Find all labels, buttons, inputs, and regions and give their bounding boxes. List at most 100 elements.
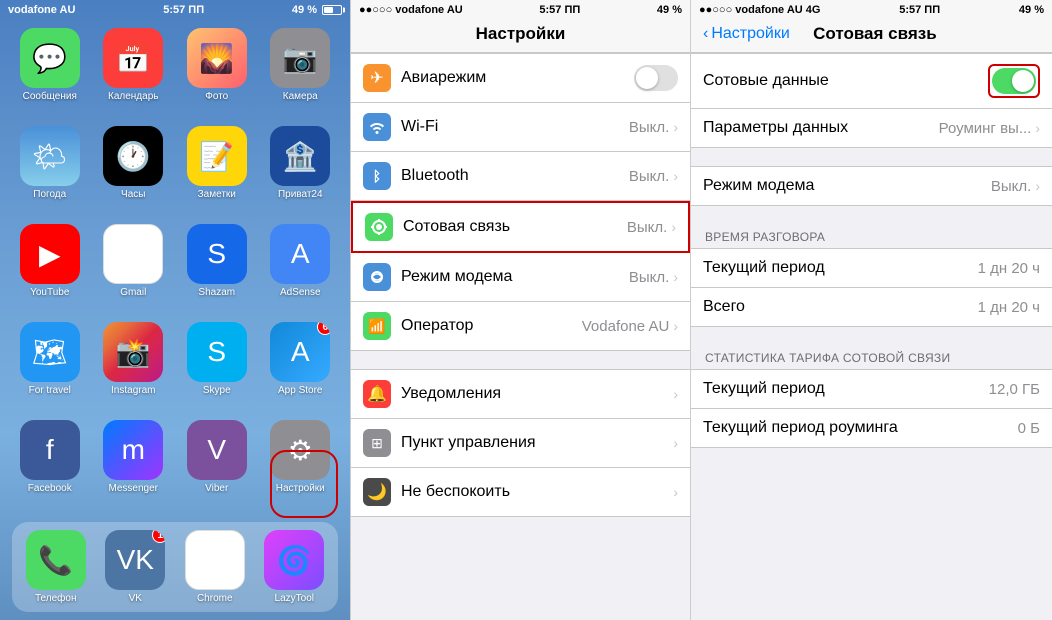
app-shazam[interactable]: SShazam — [179, 224, 255, 314]
stats-group: Текущий период 12,0 ГБ Текущий период ро… — [691, 369, 1052, 448]
cellular-label: Сотовая связь — [403, 218, 510, 236]
notifications-cell[interactable]: 🔔 Уведомления › — [351, 369, 690, 419]
dock-icon-vk: VK1 — [105, 530, 165, 590]
time-settings: 5:57 ПП — [539, 4, 580, 16]
battery-cellular: 49 % — [1019, 4, 1044, 16]
operator-icon: 📶 — [363, 312, 391, 340]
dock-phone[interactable]: 📞 Телефон — [20, 530, 92, 604]
wifi-cell[interactable]: Wi-Fi Выкл. › — [351, 103, 690, 152]
app-appstore[interactable]: A6App Store — [263, 322, 339, 412]
operator-chevron: › — [673, 318, 678, 334]
dock-icon-lazytool: 🌀 — [264, 530, 324, 590]
app-label-notes: Заметки — [198, 189, 236, 200]
wifi-label: Wi-Fi — [401, 118, 438, 136]
app-icon-messenger: m — [103, 420, 163, 480]
modem-icon — [363, 263, 391, 291]
current-period-talk-value: 1 дн 20 ч — [978, 260, 1040, 277]
app-weather[interactable]: 🌤Погода — [12, 126, 88, 216]
app-travel[interactable]: 🗺 For travel — [12, 322, 88, 412]
app-icon-privat: 🏦 — [270, 126, 330, 186]
app-notes[interactable]: 📝 Заметки — [179, 126, 255, 216]
status-right: 49 % — [292, 4, 342, 16]
settings-group-2: 🔔 Уведомления › ⊞ Пункт управления › 🌙 Н… — [351, 369, 690, 517]
cellular-data-cell[interactable]: Сотовые данные — [691, 53, 1052, 109]
modem-cell[interactable]: Режим модема Выкл. › — [351, 253, 690, 302]
app-instagram[interactable]: 📸Instagram — [96, 322, 172, 412]
donotdisturb-content: Не беспокоить › — [401, 483, 678, 501]
dock-label-phone: Телефон — [35, 593, 76, 604]
modem-label: Режим модема — [401, 268, 512, 286]
notifications-chevron: › — [673, 386, 678, 402]
cellular-panel: ●●○○○ vodafone AU 4G 5:57 ПП 49 % ‹ Наст… — [690, 0, 1052, 620]
cellular-chevron: › — [671, 219, 676, 235]
app-clock[interactable]: 🕐 Часы — [96, 126, 172, 216]
airplane-cell[interactable]: ✈ Авиарежим — [351, 53, 690, 103]
app-label-messenger: Messenger — [109, 483, 158, 494]
control-content: Пункт управления › — [401, 434, 678, 452]
current-period-data-cell: Текущий период 12,0 ГБ — [691, 369, 1052, 409]
dock-chrome[interactable]: ●Chrome — [179, 530, 251, 604]
settings-title: Настройки — [351, 18, 690, 52]
airplane-toggle[interactable] — [634, 65, 678, 91]
current-period-data-content: Текущий период 12,0 ГБ — [703, 380, 1040, 398]
app-settings[interactable]: ⚙Настройки — [263, 420, 339, 510]
app-adsense[interactable]: A AdSense — [263, 224, 339, 314]
app-label-skype: Skype — [203, 385, 231, 396]
app-viber[interactable]: VViber — [179, 420, 255, 510]
back-button[interactable]: ‹ Настройки — [703, 25, 790, 43]
carrier-settings: ●●○○○ vodafone AU — [359, 4, 463, 16]
total-talk-content: Всего 1 дн 20 ч — [703, 298, 1040, 316]
app-label-camera: Камера — [283, 91, 318, 102]
modem-mode-label: Режим модема — [703, 177, 814, 195]
app-label-photos: Фото — [205, 91, 228, 102]
current-period-roaming-cell: Текущий период роуминга 0 Б — [691, 409, 1052, 448]
cellular-data-toggle[interactable] — [992, 68, 1036, 94]
cellular-title: Сотовая связь — [813, 24, 937, 44]
app-skype[interactable]: S Skype — [179, 322, 255, 412]
cellular-content: Сотовая связь Выкл. › — [403, 218, 676, 236]
data-params-chevron: › — [1035, 120, 1040, 136]
app-label-weather: Погода — [33, 189, 66, 200]
app-icon-skype: S — [187, 322, 247, 382]
app-messages[interactable]: 💬Сообщения — [12, 28, 88, 118]
app-icon-adsense: A — [270, 224, 330, 284]
app-youtube[interactable]: ▶YouTube — [12, 224, 88, 314]
app-privat[interactable]: 🏦Приват24 — [263, 126, 339, 216]
dock: 📞 Телефон VK1VK●Chrome🌀 LazyTool — [12, 522, 338, 612]
current-period-data-label: Текущий период — [703, 380, 825, 398]
current-period-roaming-label: Текущий период роуминга — [703, 419, 898, 437]
battery-home: 49 % — [292, 4, 317, 16]
app-icon-travel: 🗺 — [20, 322, 80, 382]
dock-lazytool[interactable]: 🌀 LazyTool — [259, 530, 331, 604]
app-label-clock: Часы — [121, 189, 145, 200]
operator-label: Оператор — [401, 317, 473, 335]
cellular-cell[interactable]: Сотовая связь Выкл. › — [351, 201, 690, 253]
app-calendar[interactable]: 📅Календарь — [96, 28, 172, 118]
cellular-icon — [365, 213, 393, 241]
bluetooth-cell[interactable]: ᛒ Bluetooth Выкл. › — [351, 152, 690, 201]
app-gmail[interactable]: ✉Gmail — [96, 224, 172, 314]
dock-icon-phone: 📞 — [26, 530, 86, 590]
app-camera[interactable]: 📷Камера — [263, 28, 339, 118]
dock-label-lazytool: LazyTool — [275, 593, 314, 604]
app-label-adsense: AdSense — [280, 287, 321, 298]
app-label-messages: Сообщения — [23, 91, 77, 102]
app-label-travel: For travel — [29, 385, 71, 396]
app-facebook[interactable]: fFacebook — [12, 420, 88, 510]
operator-cell[interactable]: 📶 Оператор Vodafone AU › — [351, 302, 690, 351]
status-bar-cellular: ●●○○○ vodafone AU 4G 5:57 ПП 49 % — [691, 0, 1052, 18]
data-params-cell[interactable]: Параметры данных Роуминг вы... › — [691, 109, 1052, 148]
status-bar-settings: ●●○○○ vodafone AU 5:57 ПП 49 % — [351, 0, 690, 18]
dock-vk[interactable]: VK1VK — [100, 530, 172, 604]
app-label-shazam: Shazam — [198, 287, 235, 298]
app-icon-clock: 🕐 — [103, 126, 163, 186]
app-messenger[interactable]: m Messenger — [96, 420, 172, 510]
control-cell[interactable]: ⊞ Пункт управления › — [351, 419, 690, 468]
app-icon-gmail: ✉ — [103, 224, 163, 284]
donotdisturb-cell[interactable]: 🌙 Не беспокоить › — [351, 468, 690, 517]
control-chevron: › — [673, 435, 678, 451]
modem-value: Выкл. — [629, 269, 669, 286]
app-icon-notes: 📝 — [187, 126, 247, 186]
modem-mode-cell[interactable]: Режим модема Выкл. › — [691, 166, 1052, 206]
app-photos[interactable]: 🌄Фото — [179, 28, 255, 118]
